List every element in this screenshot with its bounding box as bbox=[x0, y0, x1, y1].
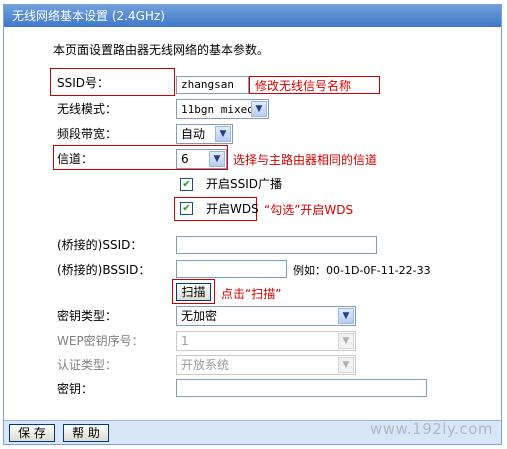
bandwidth-label: 频段带宽： bbox=[57, 127, 118, 141]
key-type-label: 密钥类型： bbox=[57, 309, 118, 323]
footer-bar: 保 存 帮 助 www.192ly.com bbox=[4, 420, 501, 444]
chevron-down-icon[interactable]: ▼ bbox=[338, 357, 354, 373]
auth-type-label: 认证类型： bbox=[57, 358, 118, 372]
bandwidth-select[interactable]: 自动 ▼ bbox=[176, 124, 233, 144]
wds-label: 开启WDS bbox=[206, 202, 259, 216]
bandwidth-value: 自动 bbox=[181, 127, 206, 141]
chevron-down-icon[interactable]: ▼ bbox=[338, 333, 354, 349]
bridge-ssid-input[interactable] bbox=[176, 236, 377, 254]
chevron-down-icon[interactable]: ▼ bbox=[338, 308, 354, 324]
intro-text: 本页面设置路由器无线网络的基本参数。 bbox=[53, 43, 270, 57]
chevron-down-icon[interactable]: ▼ bbox=[251, 101, 267, 117]
wep-index-select[interactable]: 1 ▼ bbox=[176, 331, 356, 351]
ssid-broadcast-checkbox[interactable]: ✔ bbox=[180, 178, 193, 191]
bssid-example: 例如：00-1D-0F-11-22-33 bbox=[293, 264, 431, 277]
mode-label: 无线模式： bbox=[57, 102, 118, 116]
channel-value: 6 bbox=[181, 152, 189, 166]
bridge-bssid-input[interactable] bbox=[176, 260, 287, 278]
watermark: www.192ly.com bbox=[369, 420, 493, 438]
bridge-ssid-label: (桥接的)SSID： bbox=[57, 238, 143, 252]
key-type-value: 无加密 bbox=[181, 309, 218, 323]
key-label: 密钥： bbox=[57, 382, 94, 396]
scan-note: 点击“扫描” bbox=[221, 287, 282, 301]
auth-type-select[interactable]: 开放系统 ▼ bbox=[176, 355, 356, 375]
help-button[interactable]: 帮 助 bbox=[63, 424, 109, 442]
ssid-label: SSID号： bbox=[57, 76, 110, 90]
wep-index-label: WEP密钥序号： bbox=[57, 334, 144, 348]
ssid-input[interactable]: zhangsan bbox=[176, 76, 249, 94]
ssid-broadcast-label: 开启SSID广播 bbox=[206, 177, 283, 191]
key-type-select[interactable]: 无加密 ▼ bbox=[176, 306, 356, 326]
scan-button[interactable]: 扫描 bbox=[176, 283, 211, 301]
window-title: 无线网络基本设置 (2.4GHz) bbox=[4, 5, 501, 27]
mode-select[interactable]: 11bgn mixed ▼ bbox=[176, 99, 269, 119]
chevron-down-icon[interactable]: ▼ bbox=[209, 151, 225, 167]
channel-select[interactable]: 6 ▼ bbox=[176, 149, 227, 169]
channel-note: 选择与主路由器相同的信道 bbox=[233, 153, 378, 167]
ssid-note: 修改无线信号名称 bbox=[255, 79, 352, 93]
wds-note: “勾选”开启WDS bbox=[264, 203, 354, 217]
channel-label: 信道： bbox=[57, 152, 94, 166]
save-button[interactable]: 保 存 bbox=[9, 424, 55, 442]
auth-type-value: 开放系统 bbox=[181, 358, 230, 372]
chevron-down-icon[interactable]: ▼ bbox=[215, 126, 231, 142]
bridge-bssid-label: (桥接的)BSSID： bbox=[57, 263, 151, 277]
wds-checkbox[interactable]: ✔ bbox=[180, 202, 193, 215]
settings-panel: 无线网络基本设置 (2.4GHz) 本页面设置路由器无线网络的基本参数。 SSI… bbox=[3, 4, 502, 445]
mode-value: 11bgn mixed bbox=[181, 103, 254, 116]
wep-index-value: 1 bbox=[181, 334, 189, 348]
key-input[interactable] bbox=[176, 379, 427, 397]
